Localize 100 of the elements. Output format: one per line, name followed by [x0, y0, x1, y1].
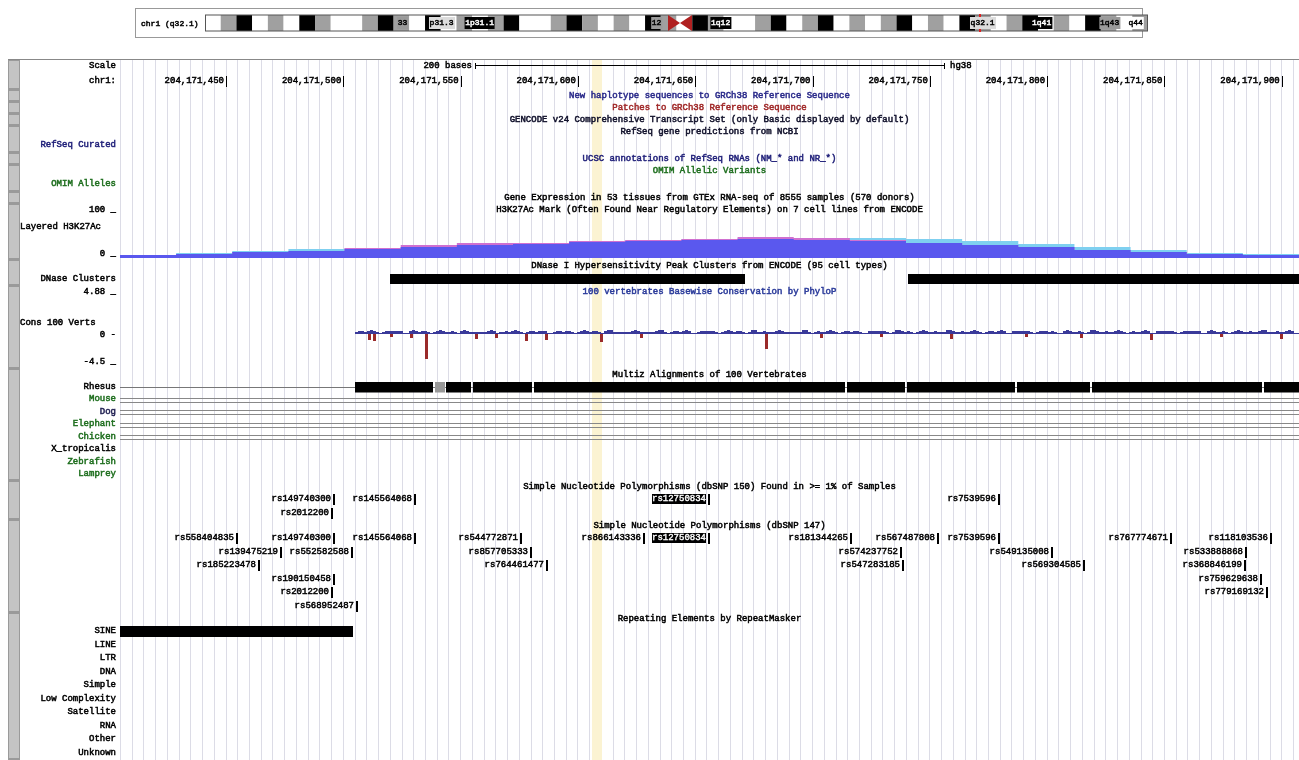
track-label: Low Complexity [40, 693, 116, 705]
snp-label[interactable]: rs149740300 [271, 533, 335, 545]
track-handle[interactable] [8, 192, 20, 204]
track-label: RNA [99, 720, 116, 732]
track-label: RefSeq Curated [40, 140, 116, 151]
ruler-tick-label: 204,171,500 [281, 75, 345, 87]
track-label: X_tropicalis [51, 444, 116, 456]
track-label: Cons 100 Verts [20, 317, 96, 329]
snp-label[interactable]: rs567487808 [875, 533, 939, 545]
band-label: q32.1 [969, 17, 996, 29]
snp-label[interactable]: rs7539596 [947, 533, 1000, 545]
ruler-tick-label: 204,171,550 [399, 75, 462, 87]
assembly-label: hg38 [950, 60, 972, 72]
band-label: p31.3 [428, 17, 455, 29]
track-title[interactable]: Gene Expression in 53 tissues from GTEx RNA-seq of 8555 samples (570 donors) [504, 192, 915, 204]
track-handle[interactable] [8, 90, 20, 102]
snp-label[interactable]: rs569304585 [1021, 560, 1085, 572]
scale-label: 200 bases [423, 60, 472, 72]
track-title[interactable]: Patches to GRCh38 Reference Sequence [612, 102, 807, 114]
track-label: SINE [94, 626, 116, 638]
band-label: 1q12 [710, 17, 732, 29]
axis-label: 100 _ [89, 204, 116, 216]
track-label: Layered H3K27Ac [20, 222, 101, 233]
snp-label[interactable]: rs533888868 [1183, 546, 1247, 558]
snp-label[interactable]: rs779169132 [1204, 587, 1268, 599]
snp-label[interactable]: rs185223478 [196, 560, 260, 572]
snp-label[interactable]: rs118103536 [1208, 533, 1272, 545]
snp-label[interactable]: rs764461477 [484, 560, 548, 572]
band-label: q44 [1127, 17, 1144, 29]
track-title[interactable]: OMIM Allelic Variants [652, 165, 767, 177]
track-label: Lamprey [78, 469, 116, 481]
ruler-tick-label: 204,171,750 [868, 75, 931, 87]
track-handle[interactable] [8, 114, 20, 126]
snp-label[interactable]: rs368846199 [1182, 560, 1246, 572]
snp-label[interactable]: rs2012200 [280, 587, 333, 599]
ruler-tick-label: 204,171,650 [633, 75, 697, 87]
snp-label[interactable]: rs139475219 [218, 546, 282, 558]
track-label: Mouse [89, 394, 116, 406]
band-label: 1p31.1 [464, 17, 495, 29]
track-handle[interactable] [8, 153, 20, 165]
axis-label: 0 _ [99, 249, 116, 260]
track-label: Satellite [67, 707, 116, 719]
track-label: Dog [99, 406, 116, 418]
repeat-bar[interactable] [120, 626, 353, 637]
snp-label[interactable]: rs2012200 [280, 507, 333, 519]
ruler-tick-label: 204,171,900 [1220, 75, 1283, 87]
band-label: 1q41 [1031, 17, 1053, 29]
snp-label[interactable]: rs767774671 [1108, 533, 1172, 545]
track-title[interactable]: Simple Nucleotide Polymorphisms (dbSNP 147) [593, 520, 826, 532]
snp-label[interactable]: rs558404835 [174, 533, 238, 545]
track-title[interactable]: 100 vertebrates Basewise Conservation by PhyloP [582, 286, 837, 298]
snp-label[interactable]: rs857705333 [468, 546, 532, 558]
ruler-tick-label: 204,171,600 [516, 75, 579, 87]
ruler-tick-label: 204,171,450 [164, 75, 227, 87]
snp-label[interactable]: rs547283185 [840, 560, 904, 572]
track-label: DNA [99, 666, 116, 678]
snp-label[interactable]: rs759629638 [1198, 573, 1262, 585]
snp-label[interactable]: rs866143336 [581, 533, 645, 545]
chromosome-label: chr1 (q32.1) [141, 18, 199, 28]
snp-label[interactable]: rs552582588 [289, 546, 353, 558]
cluster-bar[interactable] [390, 274, 745, 284]
track-title[interactable]: Simple Nucleotide Polymorphisms (dbSNP 150) Found in >= 1% of Samples [523, 481, 896, 493]
track-handle[interactable] [8, 102, 20, 114]
snp-label[interactable]: rs7539596 [947, 494, 1000, 506]
track-title[interactable]: H3K27Ac Mark (Often Found Near Regulatory Elements) on 7 cell lines from ENCODE [496, 204, 923, 216]
track-title[interactable]: UCSC annotations of RefSeq RNAs (NM_* and NR_*) [582, 153, 837, 165]
snp-label[interactable]: rs145564068 [352, 494, 416, 506]
track-title[interactable]: Multiz Alignments of 100 Vertebrates [612, 369, 807, 381]
track-label: DNase Clusters [40, 273, 116, 285]
axis-label: -4.5 _ [83, 356, 116, 368]
snp-label[interactable]: rs544772871 [458, 533, 522, 545]
track-label: Unknown [78, 747, 116, 759]
chromosome-ideogram-drawing[interactable] [204, 14, 1148, 32]
ruler-tick-label: 204,171,800 [985, 75, 1049, 87]
track-label: LINE [94, 639, 116, 651]
track-label: OMIM Alleles [51, 179, 116, 190]
axis-label: 4.88 _ [83, 286, 116, 298]
ruler-tick-label: 204,171,850 [1103, 75, 1166, 87]
track-title[interactable]: DNase I Hypersensitivity Peak Clusters from ENCODE (95 cell types) [531, 260, 888, 272]
track-label: Zebrafish [67, 456, 116, 468]
track-label: Rhesus [83, 381, 116, 393]
track-title[interactable]: New haplotype sequences to GRCh38 Reference Sequence [569, 90, 850, 102]
snp-label[interactable]: rs145564068 [352, 533, 416, 545]
track-label: chr1: [89, 75, 116, 87]
snp-label[interactable]: rs568952487 [294, 600, 358, 612]
track-label: Scale [89, 60, 116, 72]
ruler-tick-label: 204,171,700 [751, 75, 814, 87]
track-label: Other [89, 734, 116, 746]
track-title[interactable]: GENCODE v24 Comprehensive Transcript Set (only Basic displayed by default) [509, 114, 910, 126]
track-title[interactable]: RefSeq gene predictions from NCBI [620, 126, 799, 138]
track-title[interactable]: Repeating Elements by RepeatMasker [617, 613, 802, 625]
snp-label[interactable]: rs181344265 [788, 533, 852, 545]
snp-label[interactable]: rs190150458 [271, 573, 335, 585]
snp-label[interactable]: rs574237752 [838, 546, 902, 558]
cluster-bar[interactable] [908, 274, 1299, 284]
track-label: LTR [99, 653, 116, 665]
track-label: Simple [83, 680, 116, 692]
snp-label[interactable]: rs149740300 [271, 494, 335, 506]
snp-label[interactable]: rs549135008 [989, 546, 1053, 558]
band-label: 1q43 [1099, 17, 1121, 29]
